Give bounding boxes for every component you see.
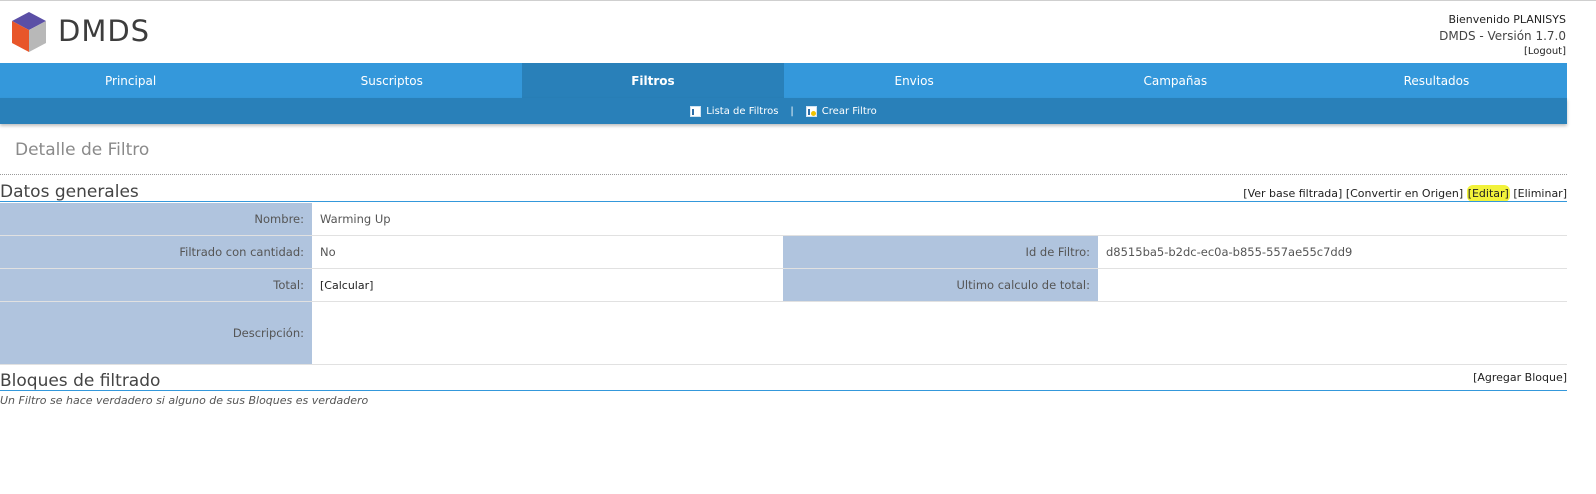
filter-id-label: Id de Filtro: <box>783 235 1098 269</box>
create-icon <box>805 105 817 117</box>
nav-item-filtros[interactable]: Filtros <box>522 63 784 98</box>
list-filters-link[interactable]: Lista de Filtros <box>690 105 779 117</box>
table-row: Total: [Calcular] Ultimo calculo de tota… <box>0 268 1567 302</box>
view-filtered-base-link[interactable]: [Ver base filtrada] <box>1243 187 1342 200</box>
welcome-text: Bienvenido PLANISYS <box>1448 13 1566 26</box>
blocks-section-line <box>0 390 1567 391</box>
convert-to-origin-link[interactable]: [Convertir en Origen] <box>1346 187 1463 200</box>
create-filter-link[interactable]: Crear Filtro <box>805 105 877 117</box>
name-value: Warming Up <box>312 203 1567 236</box>
dotted-divider <box>0 174 1567 175</box>
quantity-filter-value: No <box>312 235 783 269</box>
add-block-link[interactable]: [Agregar Bloque] <box>1473 371 1567 384</box>
description-label: Descripción: <box>0 301 312 365</box>
logout-link[interactable]: [Logout] <box>1439 44 1566 60</box>
logo-text: DMDS <box>58 14 151 48</box>
blocks-section-title: Bloques de filtrado <box>0 371 161 391</box>
top-border <box>0 0 1596 1</box>
nav-item-suscriptos[interactable]: Suscriptos <box>261 63 522 98</box>
calculate-link[interactable]: [Calcular] <box>320 279 373 292</box>
edit-link[interactable]: [Editar] <box>1466 185 1510 202</box>
subnav-separator: | <box>790 105 794 117</box>
dmds-logo-icon <box>12 12 46 52</box>
general-section-line <box>0 201 1567 202</box>
general-actions: [Ver base filtrada] [Convertir en Origen… <box>1243 185 1567 202</box>
blocks-actions: [Agregar Bloque] <box>1473 371 1567 384</box>
name-label: Nombre: <box>0 203 312 236</box>
total-label: Total: <box>0 268 312 302</box>
list-filters-label: Lista de Filtros <box>706 105 779 117</box>
last-calc-value <box>1098 268 1567 302</box>
filter-details-table: Nombre: Warming Up Filtrado con cantidad… <box>0 203 1567 365</box>
version-text: DMDS - Versión 1.7.0 <box>1439 29 1566 43</box>
table-row: Nombre: Warming Up <box>0 203 1567 236</box>
last-calc-label: Ultimo calculo de total: <box>783 268 1098 302</box>
user-box: Bienvenido PLANISYS DMDS - Versión 1.7.0… <box>1439 12 1566 60</box>
delete-link[interactable]: [Eliminar] <box>1513 187 1567 200</box>
table-row: Descripción: <box>0 301 1567 365</box>
table-row: Filtrado con cantidad: No Id de Filtro: … <box>0 235 1567 269</box>
description-value <box>312 301 1567 365</box>
blocks-note: Un Filtro se hace verdadero si alguno de… <box>0 394 369 407</box>
nav-item-principal[interactable]: Principal <box>0 63 261 98</box>
nav-item-envios[interactable]: Envios <box>784 63 1045 98</box>
list-icon <box>690 105 702 117</box>
sub-nav: Lista de Filtros | Crear Filtro <box>0 98 1567 124</box>
filter-id-value: d8515ba5-b2dc-ec0a-b855-557ae55c7dd9 <box>1098 235 1567 269</box>
main-nav: Principal Suscriptos Filtros Envios Camp… <box>0 63 1567 98</box>
quantity-filter-label: Filtrado con cantidad: <box>0 235 312 269</box>
nav-item-resultados[interactable]: Resultados <box>1306 63 1567 98</box>
total-cell: [Calcular] <box>312 268 783 302</box>
nav-item-campanas[interactable]: Campañas <box>1045 63 1306 98</box>
create-filter-label: Crear Filtro <box>821 105 877 117</box>
general-section-title: Datos generales <box>0 182 139 202</box>
page-title: Detalle de Filtro <box>15 140 150 160</box>
